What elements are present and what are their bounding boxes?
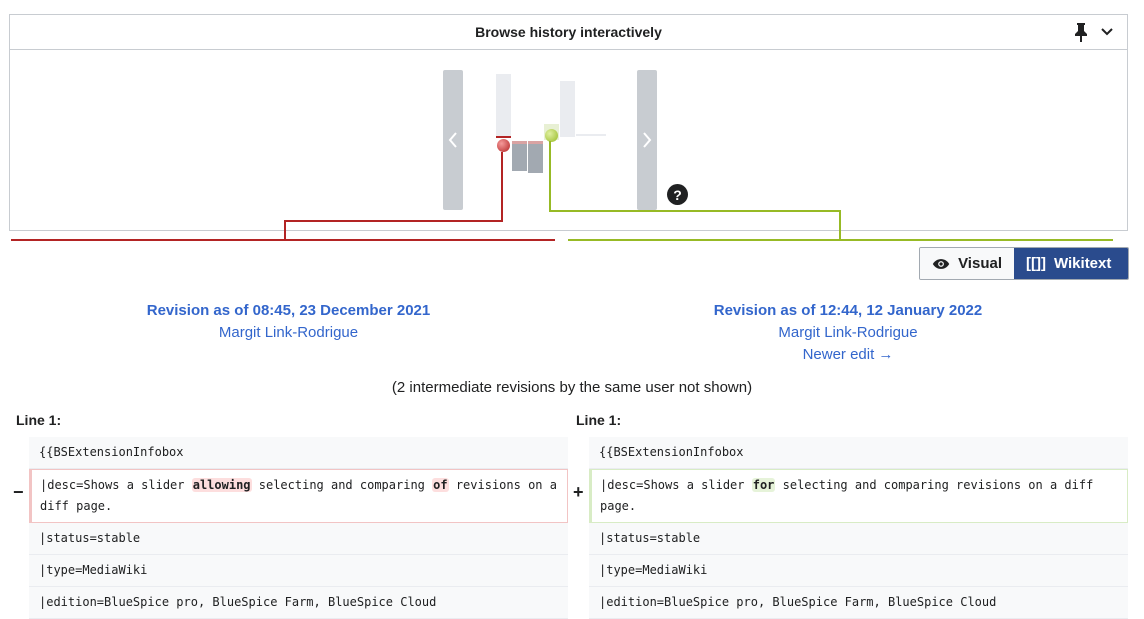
wikitext-icon: [[]] [1026,255,1046,272]
visual-mode-label: Visual [958,255,1002,272]
diff-text: |type=MediaWiki [39,563,148,577]
diff-text: {{BSExtensionInfobox [39,445,184,459]
deleted-line-marker: − [13,482,24,502]
diff-text: {{BSExtensionInfobox [599,445,744,459]
older-connector-line [284,152,503,240]
diff-context-row: |status=stable [589,523,1128,555]
diff-text: |desc=Shows a slider [600,478,752,492]
newer-revision-title-link[interactable]: Revision as of 12:44, 12 January 2022 [568,300,1128,322]
diff-added-row: |desc=Shows a slider for selecting and c… [589,469,1128,523]
older-revision-header: Revision as of 08:45, 23 December 2021 M… [9,300,568,344]
visual-mode-button[interactable]: Visual [920,248,1014,279]
diff-text: |status=stable [599,531,701,545]
diff-old-column: {{BSExtensionInfobox |desc=Shows a slide… [29,437,568,619]
diff-context-row: |status=stable [29,523,568,555]
diff-deleted-row: |desc=Shows a slider allowing selecting … [29,469,568,523]
intermediate-revisions-note: (2 intermediate revisions by the same us… [391,379,753,396]
newer-revision-user-link[interactable]: Margit Link-Rodrigue [568,322,1128,344]
newer-revision-header: Revision as of 12:44, 12 January 2022 Ma… [568,300,1128,366]
diff-context-row: |edition=BlueSpice pro, BlueSpice Farm, … [29,587,568,619]
diff-context-row: {{BSExtensionInfobox [589,437,1128,469]
diff-text: |edition=BlueSpice pro, BlueSpice Farm, … [39,595,437,609]
diff-mode-toggle: Visual [[]] Wikitext [919,247,1129,280]
diff-text: |edition=BlueSpice pro, BlueSpice Farm, … [599,595,997,609]
right-line-number: Line 1: [576,412,622,428]
diff-context-row: {{BSExtensionInfobox [29,437,568,469]
diff-text: |type=MediaWiki [599,563,708,577]
wikitext-mode-label: Wikitext [1053,255,1112,272]
diff-context-row: |type=MediaWiki [29,555,568,587]
older-revision-title-link[interactable]: Revision as of 08:45, 23 December 2021 [9,300,568,322]
newer-connector-line [549,141,841,240]
diff-text: |desc=Shows a slider [40,478,192,492]
deleted-word: allowing [191,478,252,492]
revision-connector-lines [11,141,1113,241]
newer-edit-link[interactable]: Newer edit → [568,344,1128,366]
diff-text: selecting and comparing [251,478,433,492]
diff-context-row: |edition=BlueSpice pro, BlueSpice Farm, … [589,587,1128,619]
diff-text: |status=stable [39,531,141,545]
diff-new-column: {{BSExtensionInfobox |desc=Shows a slide… [589,437,1128,619]
older-revision-user-link[interactable]: Margit Link-Rodrigue [9,322,568,344]
added-word: for [751,478,776,492]
wikitext-mode-button[interactable]: [[]] Wikitext [1014,248,1128,279]
eye-icon [932,258,950,269]
left-line-number: Line 1: [16,412,62,428]
added-line-marker: + [573,482,584,502]
diff-context-row: |type=MediaWiki [589,555,1128,587]
deleted-word: of [432,478,449,492]
